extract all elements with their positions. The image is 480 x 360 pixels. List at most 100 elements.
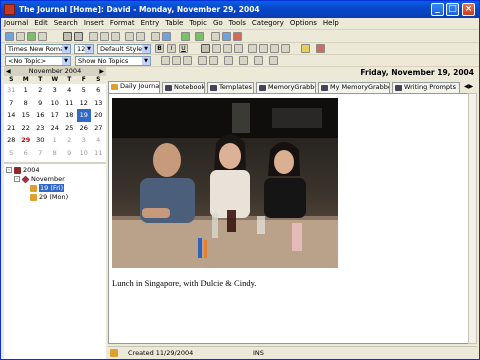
app-icon[interactable] xyxy=(4,4,15,15)
calendar-day[interactable]: 6 xyxy=(19,147,34,160)
table-split-icon[interactable] xyxy=(209,56,218,65)
calendar-day[interactable]: 14 xyxy=(4,109,19,122)
table-props-icon[interactable] xyxy=(269,56,278,65)
calendar-day[interactable]: 17 xyxy=(48,109,63,122)
tab-my-memorygrabber[interactable]: My MemoryGrabber xyxy=(318,82,390,93)
menu-category[interactable]: Category xyxy=(249,18,287,28)
bullets-icon[interactable] xyxy=(248,44,257,53)
topic-select[interactable]: <No Topic> ▼ xyxy=(5,56,71,66)
menu-journal[interactable]: Journal xyxy=(1,18,31,28)
editor-scrollbar[interactable] xyxy=(468,93,477,344)
calendar-day[interactable]: 21 xyxy=(4,122,19,135)
font-color-icon[interactable] xyxy=(316,44,325,53)
collapse-icon[interactable]: - xyxy=(6,167,12,173)
category-icon[interactable] xyxy=(233,32,242,41)
underline-button[interactable]: U xyxy=(179,44,188,53)
calendar-day[interactable]: 24 xyxy=(48,122,63,135)
split-view-icon[interactable] xyxy=(74,32,83,41)
undo-icon[interactable] xyxy=(125,32,134,41)
calendar-day[interactable]: 20 xyxy=(91,109,106,122)
forward-icon[interactable] xyxy=(195,32,204,41)
calendar-day[interactable]: 10 xyxy=(48,97,63,110)
font-size-select[interactable]: 12 ▼ xyxy=(74,44,94,54)
title-bar[interactable]: The Journal [Home]: David - Monday, Nove… xyxy=(1,1,479,18)
align-right-icon[interactable] xyxy=(223,44,232,53)
numbering-icon[interactable] xyxy=(259,44,268,53)
redo-icon[interactable] xyxy=(136,32,145,41)
tree-node-year[interactable]: - 2004 xyxy=(6,166,40,174)
calendar-day[interactable]: 26 xyxy=(77,122,92,135)
find-icon[interactable] xyxy=(27,32,36,41)
link-icon[interactable] xyxy=(222,32,231,41)
calendar-day[interactable]: 7 xyxy=(33,147,48,160)
align-left-icon[interactable] xyxy=(201,44,210,53)
highlight-icon[interactable] xyxy=(301,44,310,53)
close-button[interactable]: × xyxy=(462,3,475,16)
prev-month-icon[interactable]: ◀ xyxy=(6,67,11,76)
calendar-day[interactable]: 25 xyxy=(62,122,77,135)
calendar-day[interactable]: 4 xyxy=(91,134,106,147)
calendar-day[interactable]: 3 xyxy=(77,134,92,147)
tree-entry[interactable]: 19 (Fri) xyxy=(30,184,65,192)
style-select[interactable]: Default Style ▼ xyxy=(97,44,151,54)
paste-icon[interactable] xyxy=(111,32,120,41)
calendar-day[interactable]: 9 xyxy=(33,97,48,110)
align-center-icon[interactable] xyxy=(212,44,221,53)
spell-check-icon[interactable] xyxy=(211,32,220,41)
bold-button[interactable]: B xyxy=(155,44,164,53)
menu-search[interactable]: Search xyxy=(51,18,81,28)
tab-daily-journal[interactable]: Daily Journal xyxy=(108,81,160,93)
table-insert-icon[interactable] xyxy=(161,56,170,65)
calendar-day[interactable]: 8 xyxy=(19,97,34,110)
calendar-day[interactable]: 11 xyxy=(91,147,106,160)
table-delete-icon[interactable] xyxy=(224,56,233,65)
indent-icon[interactable] xyxy=(281,44,290,53)
calendar-day[interactable]: 1 xyxy=(19,84,34,97)
menu-go[interactable]: Go xyxy=(210,18,226,28)
calendar-day[interactable]: 4 xyxy=(62,84,77,97)
calendar-day[interactable]: 31 xyxy=(4,84,19,97)
menu-edit[interactable]: Edit xyxy=(31,18,51,28)
layout-icon[interactable] xyxy=(63,32,72,41)
table-col-icon[interactable] xyxy=(183,56,192,65)
calendar-day[interactable]: 15 xyxy=(19,109,34,122)
font-name-select[interactable]: Times New Roman ▼ xyxy=(5,44,71,54)
table-row-icon[interactable] xyxy=(172,56,181,65)
table-merge-icon[interactable] xyxy=(198,56,207,65)
menu-format[interactable]: Format xyxy=(107,18,138,28)
menu-topic[interactable]: Topic xyxy=(186,18,210,28)
calendar-day[interactable]: 11 xyxy=(62,97,77,110)
calendar-day[interactable]: 6 xyxy=(91,84,106,97)
calendar-day[interactable]: 28 xyxy=(4,134,19,147)
back-icon[interactable] xyxy=(181,32,190,41)
tree-node-month[interactable]: - November xyxy=(14,175,65,183)
calendar-day[interactable]: 30 xyxy=(33,134,48,147)
collapse-icon[interactable]: - xyxy=(14,176,20,182)
calendar-day[interactable]: 23 xyxy=(33,122,48,135)
menu-entry[interactable]: Entry xyxy=(138,18,163,28)
calendar-day[interactable]: 8 xyxy=(48,147,63,160)
tab-writing-prompts[interactable]: Writing Prompts 1 xyxy=(392,82,460,93)
calendar-day-today[interactable]: 29 xyxy=(19,134,34,147)
calendar-day-selected[interactable]: 19 xyxy=(76,109,91,122)
calendar-day[interactable]: 22 xyxy=(19,122,34,135)
show-topics-select[interactable]: Show No Topics ▼ xyxy=(75,56,151,66)
calendar-day[interactable]: 5 xyxy=(4,147,19,160)
table-border-icon[interactable] xyxy=(239,56,248,65)
calendar-day[interactable]: 10 xyxy=(77,147,92,160)
calendar-day[interactable]: 1 xyxy=(48,134,63,147)
tab-templates[interactable]: Templates xyxy=(207,82,254,93)
menu-insert[interactable]: Insert xyxy=(81,18,107,28)
menu-tools[interactable]: Tools xyxy=(226,18,249,28)
menu-options[interactable]: Options xyxy=(287,18,320,28)
next-month-icon[interactable]: ▶ xyxy=(99,67,104,76)
insert-image-icon[interactable] xyxy=(162,32,171,41)
maximize-button[interactable]: □ xyxy=(446,3,459,16)
calendar-day[interactable]: 16 xyxy=(33,109,48,122)
tab-memorygrabber[interactable]: MemoryGrabber xyxy=(256,82,316,93)
calendar-day[interactable]: 9 xyxy=(62,147,77,160)
tab-scroll-icon[interactable]: ◀▶ xyxy=(464,83,473,90)
justify-icon[interactable] xyxy=(234,44,243,53)
calendar-day[interactable]: 3 xyxy=(48,84,63,97)
tab-notebook[interactable]: Notebook xyxy=(162,82,205,93)
